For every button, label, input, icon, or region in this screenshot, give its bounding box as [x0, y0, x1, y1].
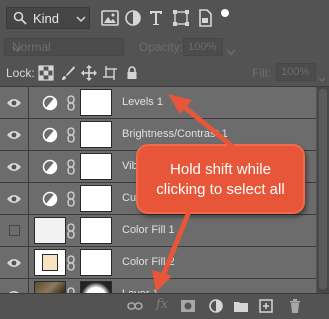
adjustment-icon — [40, 93, 60, 113]
new-adjustment-layer-icon[interactable] — [208, 298, 224, 314]
link-icon[interactable] — [66, 95, 76, 116]
layer-mask-thumbnail[interactable] — [80, 121, 112, 148]
pixel-layer-filter-icon[interactable] — [100, 8, 120, 28]
add-mask-icon[interactable] — [180, 298, 196, 314]
smart-object-filter-icon[interactable] — [195, 8, 215, 28]
filter-row: Kind — [0, 0, 329, 36]
blend-mode-select[interactable]: Normal — [4, 38, 124, 56]
fill-color-thumbnail[interactable] — [34, 217, 66, 244]
layer-name[interactable]: Color Fill 1 — [122, 224, 175, 236]
link-icon[interactable] — [66, 191, 76, 212]
opacity-input[interactable]: 100% — [183, 38, 223, 56]
layer-mask-thumbnail[interactable] — [80, 217, 112, 244]
hidden-visibility-box — [9, 225, 20, 236]
layer-mask-thumbnail[interactable] — [80, 185, 112, 212]
eye-icon — [6, 96, 22, 114]
eye-icon — [6, 160, 22, 178]
visibility-toggle[interactable] — [0, 215, 29, 246]
visibility-toggle[interactable] — [0, 119, 29, 150]
scrollbar-thumb[interactable] — [319, 89, 327, 289]
visibility-toggle[interactable] — [0, 87, 29, 118]
layers-bottom-bar: fx — [0, 293, 329, 317]
filter-kind-select[interactable]: Kind — [6, 7, 90, 29]
adjustment-layer-filter-icon[interactable] — [123, 8, 143, 28]
eye-icon — [6, 128, 22, 146]
fill-color-swatch — [42, 254, 58, 271]
blend-row: Normal Opacity: 100% — [0, 36, 329, 58]
link-icon[interactable] — [66, 159, 76, 180]
layer-row[interactable]: Color Fill 2 — [0, 247, 316, 279]
opacity-label: Opacity: — [139, 40, 184, 54]
chevron-down-icon[interactable] — [226, 43, 236, 61]
filter-kind-label: Kind — [33, 11, 60, 26]
adjustment-icon — [40, 189, 60, 209]
link-layers-icon[interactable] — [127, 298, 143, 314]
layer-name[interactable]: Color Fill 2 — [122, 256, 175, 268]
lock-transparent-pixels-icon[interactable] — [38, 65, 54, 81]
callout-line-1: Hold shift while — [170, 161, 271, 178]
layers-panel: Kind Normal Opacity: 100% Lock: Fill: 10… — [0, 0, 329, 317]
layer-name[interactable]: Levels 1 — [122, 96, 163, 108]
shape-layer-filter-icon[interactable] — [171, 8, 191, 28]
lock-row: Lock: Fill: 100% — [0, 60, 329, 86]
layer-row[interactable]: Levels 1 — [0, 87, 316, 119]
lock-all-icon[interactable] — [124, 65, 140, 81]
filter-toggle-icon[interactable] — [219, 6, 239, 26]
link-icon[interactable] — [66, 255, 76, 276]
chevron-down-icon — [75, 12, 87, 30]
instruction-callout: Hold shift while clicking to select all — [136, 144, 305, 214]
fill-input[interactable]: 100% — [276, 63, 316, 81]
adjustment-icon — [40, 157, 60, 177]
callout-line-2: clicking to select all — [156, 181, 285, 198]
lock-position-icon[interactable] — [81, 65, 97, 81]
trash-icon[interactable] — [287, 298, 303, 314]
layer-mask-thumbnail[interactable] — [80, 89, 112, 116]
new-layer-icon[interactable] — [258, 298, 274, 314]
lock-artboard-icon[interactable] — [102, 65, 118, 81]
search-icon — [13, 11, 27, 30]
visibility-toggle[interactable] — [0, 183, 29, 214]
type-layer-filter-icon[interactable] — [146, 8, 166, 28]
chevron-down-icon — [12, 43, 117, 57]
layer-mask-thumbnail[interactable] — [80, 249, 112, 276]
visibility-toggle[interactable] — [0, 151, 29, 182]
eye-icon — [6, 192, 22, 210]
fill-label: Fill: — [252, 66, 271, 80]
layer-style-button[interactable]: fx — [156, 297, 168, 312]
eye-icon — [6, 256, 22, 274]
layer-mask-thumbnail[interactable] — [80, 153, 112, 180]
layer-name[interactable]: Brightness/Contrast 1 — [122, 128, 228, 140]
layer-row[interactable]: Color Fill 1 — [0, 215, 316, 247]
new-group-icon[interactable] — [233, 298, 249, 314]
visibility-toggle[interactable] — [0, 247, 29, 278]
adjustment-icon — [40, 125, 60, 145]
lock-image-pixels-icon[interactable] — [60, 65, 76, 81]
link-icon[interactable] — [66, 127, 76, 148]
lock-label: Lock: — [6, 66, 35, 80]
link-icon[interactable] — [66, 223, 76, 244]
